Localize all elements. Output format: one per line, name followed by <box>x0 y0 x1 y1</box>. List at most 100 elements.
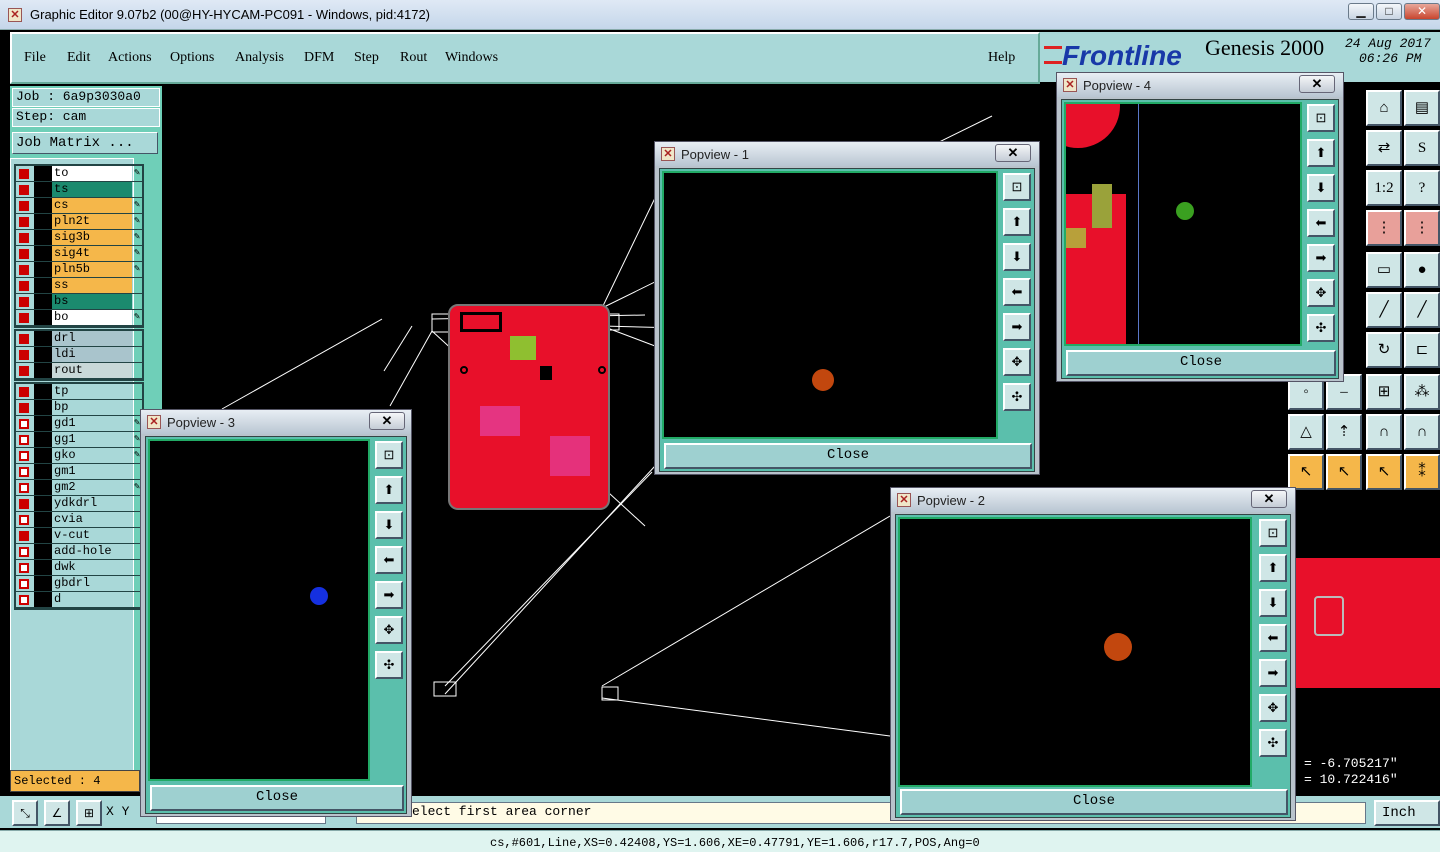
pan-up-icon[interactable]: ⬆ <box>375 476 403 504</box>
zoom-area-icon[interactable]: ⤡ <box>12 800 38 826</box>
layer-row-bs[interactable]: bs <box>16 294 142 310</box>
arc-icon[interactable]: ↻ <box>1366 332 1402 368</box>
layer-row-add-hole[interactable]: add-hole <box>16 544 142 560</box>
layer-checkbox[interactable] <box>19 201 29 211</box>
pad-icon[interactable]: ● <box>1404 252 1440 288</box>
popview-4-view[interactable] <box>1064 102 1302 346</box>
overview-map[interactable] <box>1296 558 1440 688</box>
layer-checkbox[interactable] <box>19 297 29 307</box>
units-button[interactable]: Inch <box>1374 800 1440 826</box>
pan-down-icon[interactable]: ⬇ <box>1307 174 1335 202</box>
menu-help[interactable]: Help <box>988 50 1015 66</box>
menu-actions[interactable]: Actions <box>108 50 152 66</box>
layer-checkbox[interactable] <box>19 547 29 557</box>
layer-checkbox[interactable] <box>19 350 29 360</box>
menu-step[interactable]: Step <box>354 50 379 66</box>
popview-2-close-button[interactable]: Close <box>900 789 1288 815</box>
layer-checkbox[interactable] <box>19 366 29 376</box>
layer-checkbox[interactable] <box>19 419 29 429</box>
layer-row-bo[interactable]: bo ✎ <box>16 310 142 326</box>
zoom-out-icon[interactable]: ✣ <box>1003 383 1031 411</box>
zoom-home-icon[interactable]: ⊡ <box>1259 519 1287 547</box>
layer-row-gbdrl[interactable]: gbdrl <box>16 576 142 592</box>
pan-right-icon[interactable]: ➡ <box>375 581 403 609</box>
layer-row-tp[interactable]: tp <box>16 384 142 400</box>
popview-1-close-button[interactable]: Close <box>664 443 1032 469</box>
layer-checkbox[interactable] <box>19 467 29 477</box>
layer-row-gd1[interactable]: gd1 ✎ <box>16 416 142 432</box>
popview-1-window[interactable]: ✕ Popview - 1 ✕ ⊡ ⬆ ⬇ ⬅ ➡ ✥ ✣ Close <box>654 141 1040 475</box>
arrow-up-icon[interactable]: ⇡ <box>1326 414 1362 450</box>
pointer4-icon[interactable]: ⁑ <box>1404 454 1440 490</box>
layer-checkbox[interactable] <box>19 595 29 605</box>
pointer2-icon[interactable]: ↖ <box>1326 454 1362 490</box>
layer-checkbox[interactable] <box>19 334 29 344</box>
job-matrix-button[interactable]: Job Matrix ... <box>12 132 158 154</box>
net2-icon[interactable]: ⋮ <box>1404 210 1440 246</box>
pan-left-icon[interactable]: ⬅ <box>1259 624 1287 652</box>
popview-1-close-icon[interactable]: ✕ <box>995 144 1031 162</box>
pan-right-icon[interactable]: ➡ <box>1259 659 1287 687</box>
help-icon[interactable]: ? <box>1404 170 1440 206</box>
menu-analysis[interactable]: Analysis <box>235 50 284 66</box>
pan-left-icon[interactable]: ⬅ <box>1003 278 1031 306</box>
popview-2-view[interactable] <box>898 517 1252 787</box>
zoom-home-icon[interactable]: ⊡ <box>1003 173 1031 201</box>
zoom-home-icon[interactable]: ⊡ <box>375 441 403 469</box>
layer-checkbox[interactable] <box>19 169 29 179</box>
layer-checkbox[interactable] <box>19 515 29 525</box>
pointer-icon[interactable]: ↖ <box>1288 454 1324 490</box>
layer-row-ydkdrl[interactable]: ydkdrl <box>16 496 142 512</box>
arch-icon[interactable]: ∩ <box>1366 414 1402 450</box>
zoom-home-icon[interactable]: ⊡ <box>1307 104 1335 132</box>
angle-icon[interactable]: ∠ <box>44 800 70 826</box>
layer-checkbox[interactable] <box>19 531 29 541</box>
layer-checkbox[interactable] <box>19 387 29 397</box>
popview-4-close-button[interactable]: Close <box>1066 350 1336 376</box>
cluster-icon[interactable]: ⁂ <box>1404 374 1440 410</box>
layer-checkbox[interactable] <box>19 483 29 493</box>
layer-row-cs[interactable]: cs ✎ <box>16 198 142 214</box>
layer-row-dwk[interactable]: dwk <box>16 560 142 576</box>
line2-icon[interactable]: ╱ <box>1404 292 1440 328</box>
maximize-button[interactable]: □ <box>1376 3 1402 20</box>
popview-3-titlebar[interactable]: ✕ Popview - 3 ✕ <box>141 410 411 434</box>
layer-checkbox[interactable] <box>19 233 29 243</box>
layer-row-to[interactable]: to ✎ <box>16 166 142 182</box>
zoom-in-icon[interactable]: ✥ <box>1003 348 1031 376</box>
line-icon[interactable]: ╱ <box>1366 292 1402 328</box>
zoom-out-icon[interactable]: ✣ <box>1259 729 1287 757</box>
layer-checkbox[interactable] <box>19 579 29 589</box>
layer-row-sig3b[interactable]: sig3b ✎ <box>16 230 142 246</box>
triangle-icon[interactable]: △ <box>1288 414 1324 450</box>
layer-checkbox[interactable] <box>19 185 29 195</box>
menu-rout[interactable]: Rout <box>400 50 427 66</box>
popview-1-titlebar[interactable]: ✕ Popview - 1 ✕ <box>655 142 1039 166</box>
layer-checkbox[interactable] <box>19 217 29 227</box>
layer-row-cvia[interactable]: cvia <box>16 512 142 528</box>
bracket-icon[interactable]: ⊏ <box>1404 332 1440 368</box>
layer-row-ss[interactable]: ss <box>16 278 142 294</box>
layer-row-ts[interactable]: ts <box>16 182 142 198</box>
s-shape-icon[interactable]: S <box>1404 130 1440 166</box>
layer-checkbox[interactable] <box>19 281 29 291</box>
layer-checkbox[interactable] <box>19 563 29 573</box>
zoom-in-icon[interactable]: ✥ <box>1259 694 1287 722</box>
popview-3-view[interactable] <box>148 439 370 781</box>
layer-checkbox[interactable] <box>19 403 29 413</box>
popview-2-titlebar[interactable]: ✕ Popview - 2 ✕ <box>891 488 1295 512</box>
pan-down-icon[interactable]: ⬇ <box>375 511 403 539</box>
close-window-button[interactable]: ✕ <box>1404 3 1440 20</box>
pan-up-icon[interactable]: ⬆ <box>1307 139 1335 167</box>
layer-row-pln5b[interactable]: pln5b ✎ <box>16 262 142 278</box>
layer-checkbox[interactable] <box>19 265 29 275</box>
pan-down-icon[interactable]: ⬇ <box>1259 589 1287 617</box>
menu-edit[interactable]: Edit <box>67 50 90 66</box>
popview-4-titlebar[interactable]: ✕ Popview - 4 ✕ <box>1057 73 1343 97</box>
pan-down-icon[interactable]: ⬇ <box>1003 243 1031 271</box>
layer-row-v-cut[interactable]: v-cut <box>16 528 142 544</box>
minimize-button[interactable]: ▁ <box>1348 3 1374 20</box>
net-icon[interactable]: ⋮ <box>1366 210 1402 246</box>
layer-checkbox[interactable] <box>19 249 29 259</box>
grid-icon[interactable]: ⊞ <box>1366 374 1402 410</box>
